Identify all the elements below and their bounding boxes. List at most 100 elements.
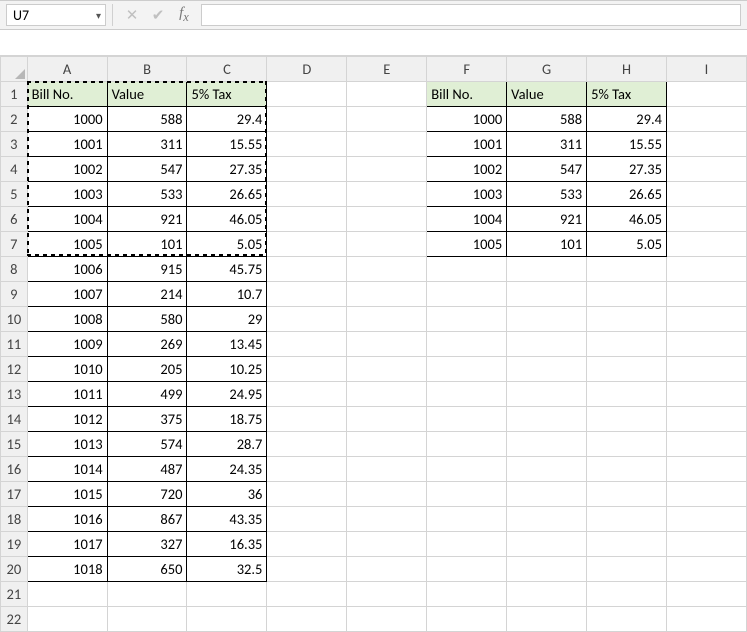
column-header-B[interactable]: B — [107, 57, 187, 82]
name-box-dropdown-icon[interactable]: ▾ — [96, 9, 101, 22]
cell-D18[interactable] — [267, 507, 347, 532]
select-all-corner[interactable] — [1, 57, 28, 82]
cell-F16[interactable] — [427, 457, 507, 482]
cell-C22[interactable] — [187, 607, 267, 632]
cell-H21[interactable] — [587, 582, 667, 607]
cell-E3[interactable] — [347, 132, 427, 157]
row-header-12[interactable]: 12 — [1, 357, 28, 382]
row-header-8[interactable]: 8 — [1, 257, 28, 282]
formula-input[interactable] — [201, 4, 741, 26]
cell-G18[interactable] — [507, 507, 587, 532]
cell-D17[interactable] — [267, 482, 347, 507]
cell-H20[interactable] — [587, 557, 667, 582]
row-header-2[interactable]: 2 — [1, 107, 28, 132]
row-header-17[interactable]: 17 — [1, 482, 28, 507]
cell-A17[interactable]: 1015 — [27, 482, 107, 507]
cell-C5[interactable]: 26.65 — [187, 182, 267, 207]
cell-C3[interactable]: 15.55 — [187, 132, 267, 157]
cell-C20[interactable]: 32.5 — [187, 557, 267, 582]
cell-F18[interactable] — [427, 507, 507, 532]
cell-H3[interactable]: 15.55 — [587, 132, 667, 157]
cell-F17[interactable] — [427, 482, 507, 507]
cell-A18[interactable]: 1016 — [27, 507, 107, 532]
cell-F3[interactable]: 1001 — [427, 132, 507, 157]
cell-G2[interactable]: 588 — [507, 107, 587, 132]
cell-I22[interactable] — [667, 607, 747, 632]
cell-G21[interactable] — [507, 582, 587, 607]
fx-icon[interactable]: fx — [171, 4, 197, 26]
cell-A3[interactable]: 1001 — [27, 132, 107, 157]
cell-E12[interactable] — [347, 357, 427, 382]
cell-C10[interactable]: 29 — [187, 307, 267, 332]
cell-A19[interactable]: 1017 — [27, 532, 107, 557]
cell-B3[interactable]: 311 — [107, 132, 187, 157]
cell-H12[interactable] — [587, 357, 667, 382]
cell-G8[interactable] — [507, 257, 587, 282]
worksheet[interactable]: ABCDEFGHI 1Bill No.Value5% TaxBill No.Va… — [0, 56, 747, 632]
cell-G19[interactable] — [507, 532, 587, 557]
cell-D7[interactable] — [267, 232, 347, 257]
cell-D5[interactable] — [267, 182, 347, 207]
cell-F12[interactable] — [427, 357, 507, 382]
cell-E15[interactable] — [347, 432, 427, 457]
row-header-1[interactable]: 1 — [1, 82, 28, 107]
cell-G11[interactable] — [507, 332, 587, 357]
row-header-20[interactable]: 20 — [1, 557, 28, 582]
cell-I3[interactable] — [667, 132, 747, 157]
cell-A15[interactable]: 1013 — [27, 432, 107, 457]
column-header-E[interactable]: E — [347, 57, 427, 82]
cell-G14[interactable] — [507, 407, 587, 432]
cell-F21[interactable] — [427, 582, 507, 607]
cell-B7[interactable]: 101 — [107, 232, 187, 257]
cell-B1[interactable]: Value — [107, 82, 187, 107]
cell-H19[interactable] — [587, 532, 667, 557]
cell-I2[interactable] — [667, 107, 747, 132]
cell-G5[interactable]: 533 — [507, 182, 587, 207]
cell-C7[interactable]: 5.05 — [187, 232, 267, 257]
cell-E16[interactable] — [347, 457, 427, 482]
cell-F9[interactable] — [427, 282, 507, 307]
cell-C4[interactable]: 27.35 — [187, 157, 267, 182]
cell-A21[interactable] — [27, 582, 107, 607]
cell-C2[interactable]: 29.4 — [187, 107, 267, 132]
cell-I1[interactable] — [667, 82, 747, 107]
cell-F15[interactable] — [427, 432, 507, 457]
cell-A6[interactable]: 1004 — [27, 207, 107, 232]
cell-G16[interactable] — [507, 457, 587, 482]
cell-I13[interactable] — [667, 382, 747, 407]
cell-A11[interactable]: 1009 — [27, 332, 107, 357]
cell-G12[interactable] — [507, 357, 587, 382]
cell-D19[interactable] — [267, 532, 347, 557]
cell-C1[interactable]: 5% Tax — [187, 82, 267, 107]
cell-I21[interactable] — [667, 582, 747, 607]
cell-B19[interactable]: 327 — [107, 532, 187, 557]
row-header-16[interactable]: 16 — [1, 457, 28, 482]
cell-I16[interactable] — [667, 457, 747, 482]
cell-A10[interactable]: 1008 — [27, 307, 107, 332]
cell-F6[interactable]: 1004 — [427, 207, 507, 232]
cell-E10[interactable] — [347, 307, 427, 332]
cell-H5[interactable]: 26.65 — [587, 182, 667, 207]
cell-G22[interactable] — [507, 607, 587, 632]
enter-icon[interactable]: ✔ — [145, 4, 171, 26]
row-header-3[interactable]: 3 — [1, 132, 28, 157]
cell-H16[interactable] — [587, 457, 667, 482]
cell-I9[interactable] — [667, 282, 747, 307]
cell-A8[interactable]: 1006 — [27, 257, 107, 282]
cell-E13[interactable] — [347, 382, 427, 407]
cell-H6[interactable]: 46.05 — [587, 207, 667, 232]
cell-H4[interactable]: 27.35 — [587, 157, 667, 182]
cell-C15[interactable]: 28.7 — [187, 432, 267, 457]
row-header-9[interactable]: 9 — [1, 282, 28, 307]
cell-G9[interactable] — [507, 282, 587, 307]
cell-E8[interactable] — [347, 257, 427, 282]
cell-E1[interactable] — [347, 82, 427, 107]
cell-C14[interactable]: 18.75 — [187, 407, 267, 432]
cell-D11[interactable] — [267, 332, 347, 357]
cell-B22[interactable] — [107, 607, 187, 632]
cell-A4[interactable]: 1002 — [27, 157, 107, 182]
cell-D9[interactable] — [267, 282, 347, 307]
cell-H13[interactable] — [587, 382, 667, 407]
cell-B13[interactable]: 499 — [107, 382, 187, 407]
cell-D12[interactable] — [267, 357, 347, 382]
